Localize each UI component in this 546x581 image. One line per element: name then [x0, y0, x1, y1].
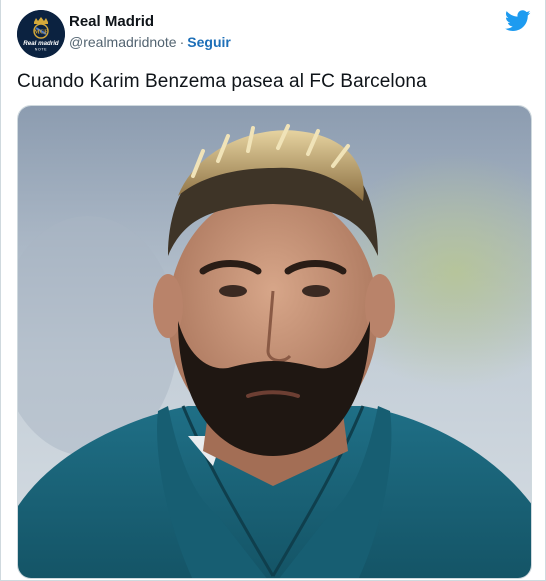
twitter-bird-icon[interactable] — [504, 10, 531, 32]
avatar-logo-text: Real madrid — [23, 40, 59, 47]
avatar-logo-subtext: NOTE — [35, 48, 47, 52]
handle-row: @realmadridnote · Seguir — [69, 32, 231, 52]
real-madrid-crest-icon: MCF Real madrid NOTE — [17, 10, 65, 58]
avatar[interactable]: MCF Real madrid NOTE — [17, 10, 65, 58]
author-block: Real Madrid @realmadridnote · Seguir — [69, 12, 231, 52]
tweet-card: MCF Real madrid NOTE Real Madrid @realma… — [0, 0, 546, 581]
tweet-photo[interactable] — [17, 105, 532, 579]
author-display-name[interactable]: Real Madrid — [69, 12, 231, 32]
follow-button[interactable]: Seguir — [187, 34, 231, 50]
tweet-text: Cuando Karim Benzema pasea al FC Barcelo… — [17, 71, 427, 92]
portrait-photo — [18, 106, 531, 578]
separator-dot: · — [179, 34, 185, 50]
author-handle[interactable]: @realmadridnote — [69, 34, 177, 50]
tweet-header: MCF Real madrid NOTE Real Madrid @realma… — [17, 10, 531, 58]
svg-text:MCF: MCF — [34, 30, 48, 36]
